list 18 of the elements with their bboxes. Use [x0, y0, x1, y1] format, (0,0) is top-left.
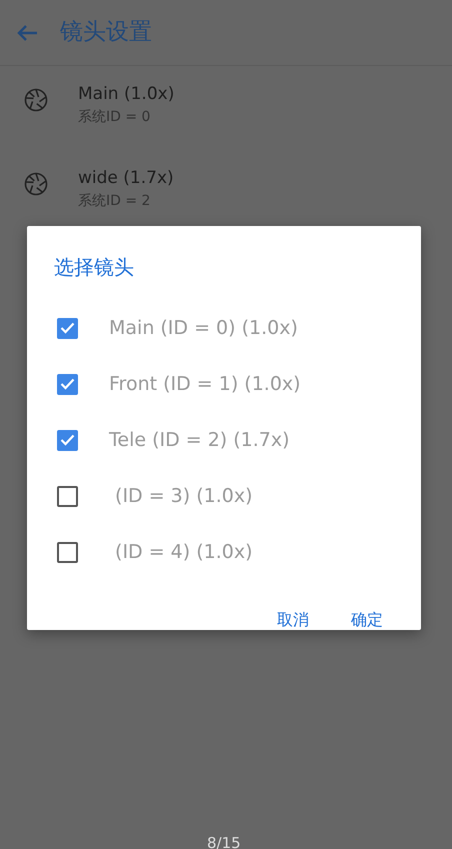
option-label[interactable]: Main (ID = 0) (1.0x) — [109, 314, 298, 342]
option-label[interactable]: Tele (ID = 2) (1.7x) — [109, 426, 290, 454]
option-label[interactable]: Front (ID = 1) (1.0x) — [109, 370, 301, 398]
checkbox[interactable] — [57, 430, 78, 450]
lens-name: wide (1.7x) — [78, 168, 174, 188]
dialog-title: 选择镜头 — [54, 254, 135, 281]
aperture-icon — [24, 88, 48, 112]
screen-title: 镜头设置 — [60, 18, 152, 48]
checkbox[interactable] — [57, 318, 78, 338]
checkbox[interactable] — [57, 374, 78, 394]
checkbox[interactable] — [57, 486, 78, 506]
lens-name: Main (1.0x) — [78, 84, 174, 104]
checkbox[interactable] — [57, 542, 78, 562]
aperture-icon — [24, 172, 48, 196]
confirm-button[interactable]: 确定 — [347, 602, 387, 638]
cancel-button[interactable]: 取消 — [273, 602, 313, 638]
option-label[interactable]: (ID = 3) (1.0x) — [109, 482, 253, 510]
option-label[interactable]: (ID = 4) (1.0x) — [109, 538, 253, 566]
